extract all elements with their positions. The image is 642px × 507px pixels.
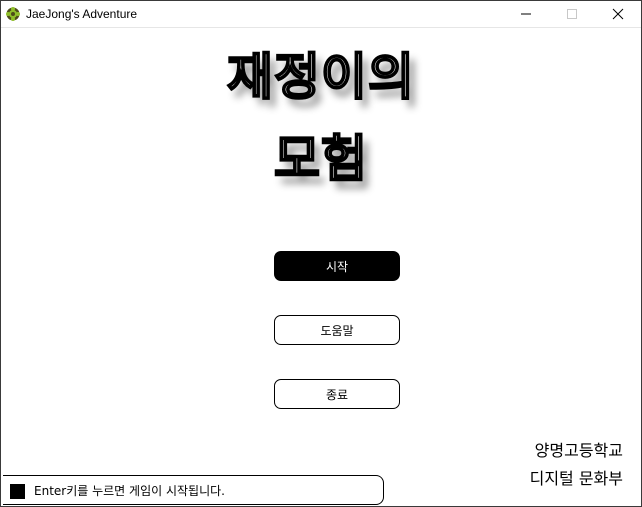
app-gear-icon: [5, 6, 21, 22]
credits: 양명고등학교 디지털 문화부: [530, 437, 623, 493]
game-title-line-2: 모험: [273, 129, 368, 189]
maximize-button[interactable]: [549, 1, 595, 27]
quit-button[interactable]: 종료: [274, 379, 400, 409]
start-button[interactable]: 시작: [274, 251, 400, 281]
close-icon: [612, 8, 624, 20]
status-bar: Enter키를 누르면 게임이 시작됩니다.: [3, 475, 384, 505]
status-indicator-icon: [10, 484, 25, 499]
help-button[interactable]: 도움말: [274, 315, 400, 345]
game-title-line-1: 재정이의: [226, 47, 415, 107]
credits-club: 디지털 문화부: [529, 469, 623, 488]
minimize-button[interactable]: [503, 1, 549, 27]
window-title: JaeJong's Adventure: [26, 7, 138, 21]
title-bar[interactable]: JaeJong's Adventure: [1, 1, 641, 28]
close-button[interactable]: [595, 1, 641, 27]
status-message: Enter키를 누르면 게임이 시작됩니다.: [34, 484, 225, 498]
credits-school: 양명고등학교: [534, 441, 623, 460]
maximize-icon: [567, 9, 577, 19]
app-window: JaeJong's Adventure 재정이의 모험 시작 도움말 종료 양명…: [0, 0, 642, 507]
minimize-icon: [521, 13, 531, 15]
